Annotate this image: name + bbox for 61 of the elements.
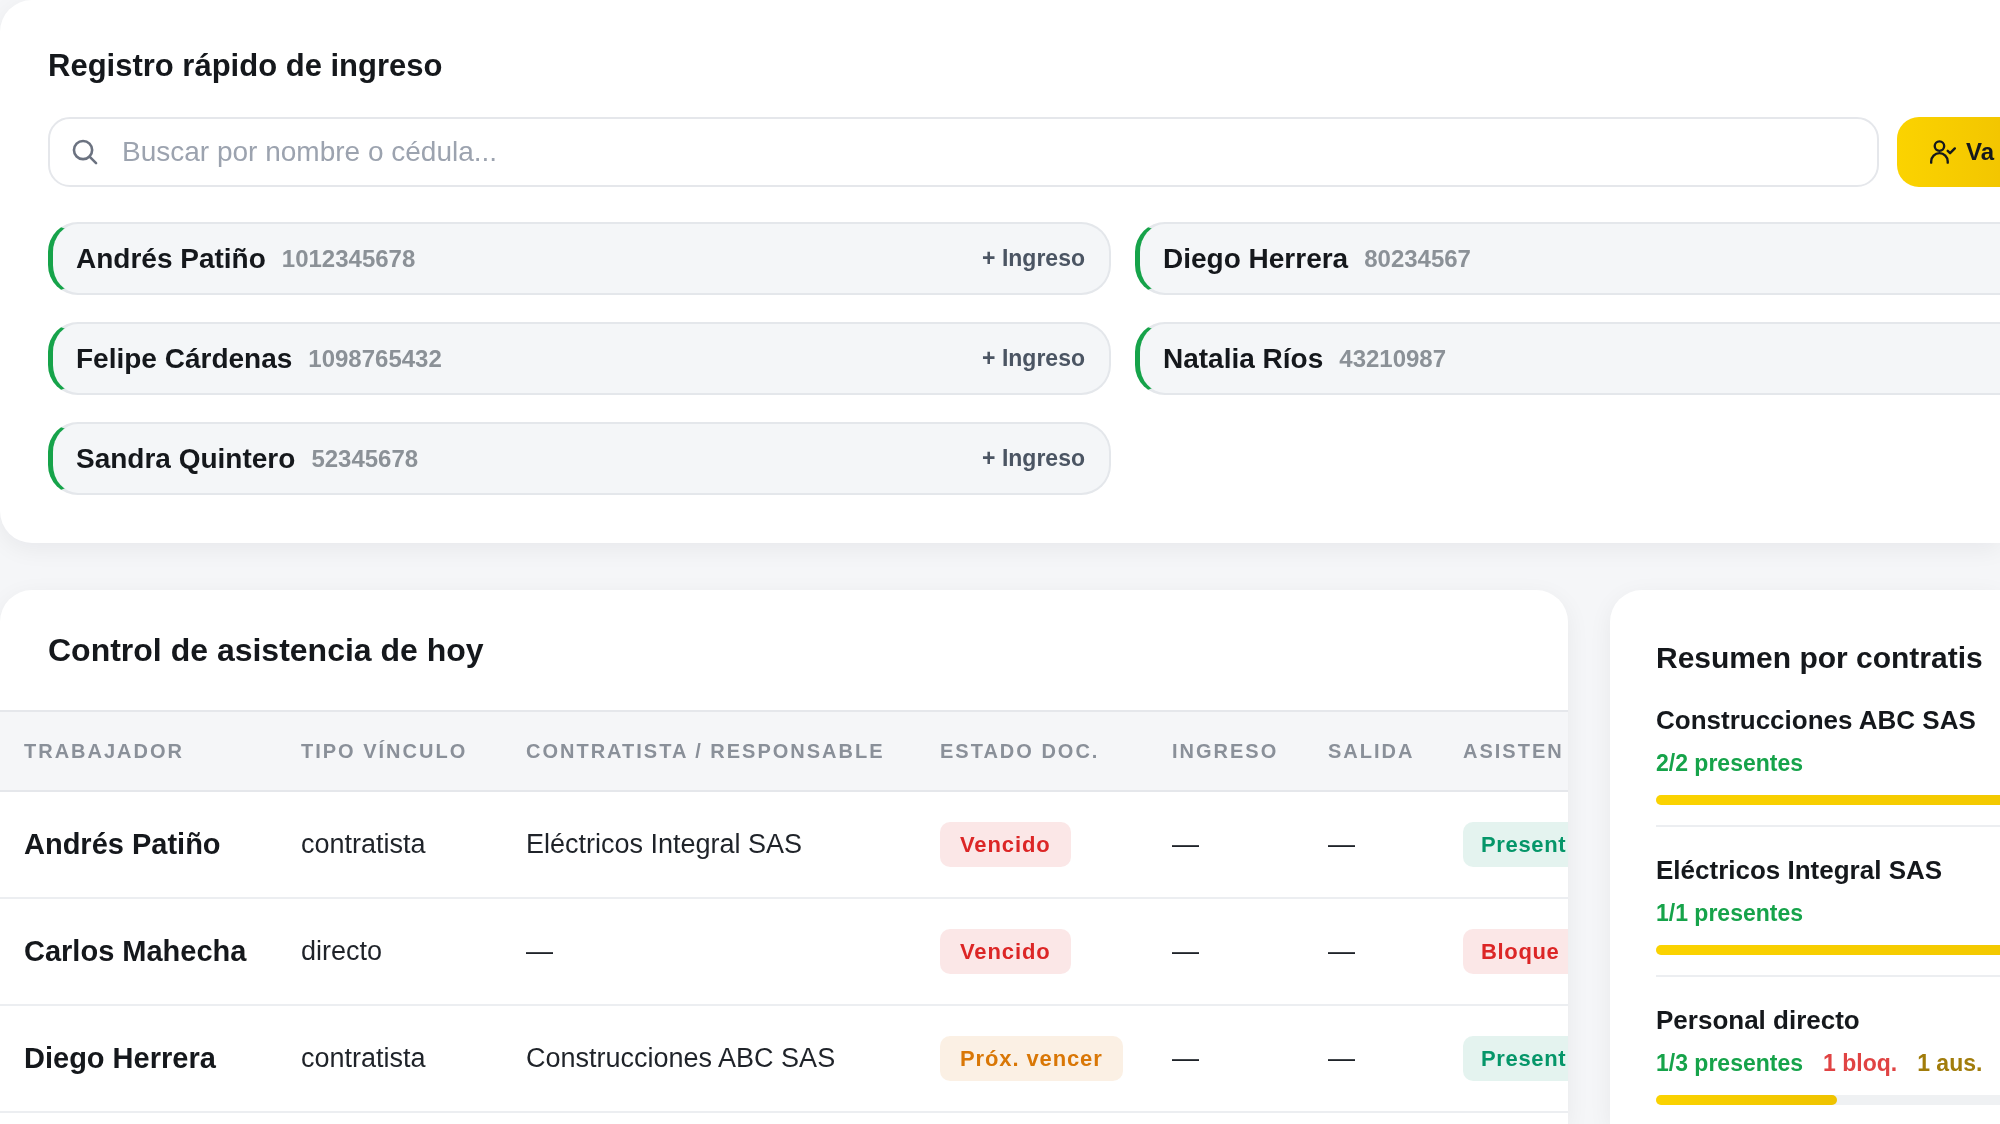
section-title: Registro rápido de ingreso: [48, 47, 443, 85]
table-cell-text: —: [1172, 828, 1199, 862]
column-header: ESTADO DOC.: [940, 739, 1100, 764]
entry-button[interactable]: + Ingreso: [982, 441, 1085, 476]
worker-name: Sandra Quintero: [76, 441, 296, 476]
column-header: ASISTEN: [1463, 739, 1564, 764]
table-cell-text: directo: [301, 935, 383, 969]
section-title: Resumen por contratis: [1656, 640, 1983, 676]
entry-button[interactable]: + Ingreso: [982, 241, 1085, 276]
worker-card[interactable]: Sandra Quintero 52345678 + Ingreso: [48, 422, 1111, 495]
worker-card[interactable]: Natalia Ríos 43210987: [1135, 322, 2000, 395]
worker-name: Felipe Cárdenas: [76, 341, 293, 376]
search-field[interactable]: Buscar por nombre o cédula...: [48, 117, 1879, 187]
table-cell-text: Eléctricos Integral SAS: [526, 828, 803, 862]
id-number: 1012345678: [281, 243, 416, 274]
stat-text: 1 bloq.: [1823, 1049, 1898, 1077]
worker-card[interactable]: Felipe Cárdenas 1098765432 + Ingreso: [48, 322, 1111, 395]
table-cell-text: —: [526, 935, 553, 969]
section-title: Control de asistencia de hoy: [48, 631, 484, 670]
status-badge: Próx. vencer: [940, 1036, 1123, 1081]
worker-name: Natalia Ríos: [1163, 341, 1324, 376]
column-header: TRABAJADOR: [24, 739, 184, 764]
table-cell-text: Andrés Patiño: [24, 826, 221, 862]
table-cell-text: contratista: [301, 1042, 426, 1076]
status-badge: Bloque: [1463, 929, 1568, 974]
table-cell-text: Carlos Mahecha: [24, 933, 247, 969]
worker-card[interactable]: Andrés Patiño 1012345678 + Ingreso: [48, 222, 1111, 295]
status-badge: Vencido: [940, 822, 1071, 867]
column-header: CONTRATISTA / RESPONSABLE: [526, 739, 885, 764]
worker-name: Andrés Patiño: [76, 241, 266, 276]
id-number: 80234567: [1364, 243, 1471, 274]
worker-card[interactable]: Diego Herrera 80234567: [1135, 222, 2000, 295]
status-badge: Present: [1463, 1036, 1568, 1081]
user-check-icon: [1930, 140, 1956, 164]
action-button[interactable]: Va: [1897, 117, 2000, 187]
stat-text: 2/2 presentes: [1656, 749, 1804, 777]
table-cell-text: —: [1172, 1042, 1199, 1076]
table-cell-text: Diego Herrera: [24, 1040, 216, 1076]
status-badge: Present: [1463, 822, 1568, 867]
stat-text: 1/1 presentes: [1656, 899, 1804, 927]
id-number: 52345678: [311, 443, 419, 474]
contractor-name: Personal directo: [1656, 1004, 1860, 1036]
column-header: INGRESO: [1172, 739, 1279, 764]
contractor-name: Eléctricos Integral SAS: [1656, 854, 1943, 886]
id-number: 1098765432: [308, 343, 442, 374]
table-cell-text: —: [1172, 935, 1199, 969]
stat-text: 1/3 presentes: [1656, 1049, 1804, 1077]
status-badge: Vencido: [940, 929, 1071, 974]
stat-text: 1 aus.: [1917, 1049, 1983, 1077]
table-cell-text: —: [1328, 1042, 1355, 1076]
search-icon: [72, 139, 98, 165]
entry-button[interactable]: + Ingreso: [982, 341, 1085, 376]
contractor-name: Construcciones ABC SAS: [1656, 704, 1976, 736]
table-cell-text: contratista: [301, 828, 426, 862]
table-cell-text: Construcciones ABC SAS: [526, 1042, 836, 1076]
id-number: 43210987: [1339, 343, 1447, 374]
table-cell-text: —: [1328, 935, 1355, 969]
table-cell-text: —: [1328, 828, 1355, 862]
column-header: TIPO VÍNCULO: [301, 739, 468, 764]
column-header: SALIDA: [1328, 739, 1415, 764]
worker-name: Diego Herrera: [1163, 241, 1349, 276]
